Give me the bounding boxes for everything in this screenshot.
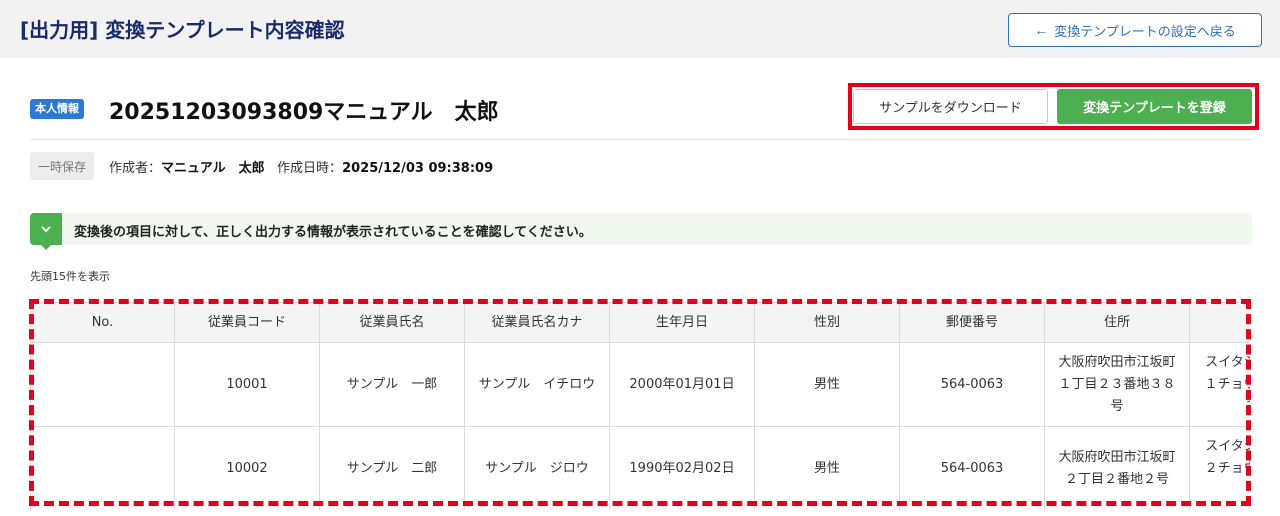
column-header: 生年月日 (609, 302, 755, 343)
template-name: 20251203093809マニュアル 太郎 (109, 100, 499, 125)
template-meta: 作成者：マニュアル 太郎 作成日時：2025/12/03 09:38:09 (109, 157, 493, 176)
column-header: 従業員氏名カナ (464, 302, 610, 343)
status-badge: 一時保存 (30, 152, 94, 180)
table-cell: 男性 (754, 426, 900, 510)
table-cell: サンプル 二郎 (319, 426, 465, 510)
table-cell (30, 426, 175, 510)
table-header-row: No. 従業員コード 従業員氏名 従業員氏名カナ 生年月日 性別 郵便番号 住所… (30, 302, 1250, 343)
register-template-button[interactable]: 変換テンプレートを登録 (1057, 89, 1252, 124)
table-cell: 564-0063 (899, 426, 1045, 510)
column-header: No. (30, 302, 175, 343)
table-cell: スイタシエサカチョウ２チョウメ２バンチ２ゴウ (1189, 426, 1250, 510)
column-header: 住所 (1189, 302, 1250, 343)
preview-table: No. 従業員コード 従業員氏名 従業員氏名カナ 生年月日 性別 郵便番号 住所… (30, 302, 1250, 510)
table-cell: 1990年02月02日 (609, 426, 755, 510)
category-badge: 本人情報 (30, 99, 84, 119)
table-cell: 大阪府吹田市江坂町２丁目２番地２号 (1044, 426, 1190, 510)
table-cell: サンプル イチロウ (464, 342, 610, 427)
arrow-left-icon: ← (1034, 22, 1049, 38)
back-button-label: 変換テンプレートの設定へ戻る (1054, 23, 1236, 39)
page-title: [出力用] 変換テンプレート内容確認 (20, 18, 345, 42)
creator-label: 作成者： (109, 161, 162, 176)
column-header: 性別 (754, 302, 900, 343)
column-header: 住所 (1044, 302, 1190, 343)
table-cell: サンプル 一郎 (319, 342, 465, 427)
table-cell (30, 342, 175, 427)
table-row: 10002 サンプル 二郎 サンプル ジロウ 1990年02月02日 男性 56… (30, 426, 1250, 510)
table-cell: 564-0063 (899, 342, 1045, 427)
table-cell: 10002 (174, 426, 320, 510)
chevron-down-icon[interactable] (30, 213, 62, 245)
created-value: 2025/12/03 09:38:09 (342, 161, 494, 176)
preview-table-container[interactable]: No. 従業員コード 従業員氏名 従業員氏名カナ 生年月日 性別 郵便番号 住所… (30, 302, 1250, 510)
column-header: 郵便番号 (899, 302, 1045, 343)
divider (30, 139, 1252, 140)
notice-tail (40, 244, 52, 250)
creator-value: マニュアル 太郎 (161, 161, 265, 176)
column-header: 従業員コード (174, 302, 320, 343)
table-cell: 男性 (754, 342, 900, 427)
created-label: 作成日時： (277, 161, 343, 176)
table-cell: 2000年01月01日 (609, 342, 755, 427)
page-header: [出力用] 変換テンプレート内容確認 ← 変換テンプレートの設定へ戻る (0, 0, 1280, 58)
table-cell: 大阪府吹田市江坂町１丁目２３番地３８号 (1044, 342, 1190, 427)
table-cell: 10001 (174, 342, 320, 427)
table-row: 10001 サンプル 一郎 サンプル イチロウ 2000年01月01日 男性 5… (30, 342, 1250, 427)
back-to-settings-button[interactable]: ← 変換テンプレートの設定へ戻る (1008, 13, 1262, 47)
download-sample-button[interactable]: サンプルをダウンロード (853, 89, 1048, 124)
column-header: 従業員氏名 (319, 302, 465, 343)
table-cell: スイタシエサカチョウ１チョウメ２３バンチ３８ゴウ (1189, 342, 1250, 427)
row-count-text: 先頭15件を表示 (30, 270, 110, 283)
notice-text: 変換後の項目に対して、正しく出力する情報が表示されていることを確認してください。 (74, 225, 592, 240)
table-cell: サンプル ジロウ (464, 426, 610, 510)
